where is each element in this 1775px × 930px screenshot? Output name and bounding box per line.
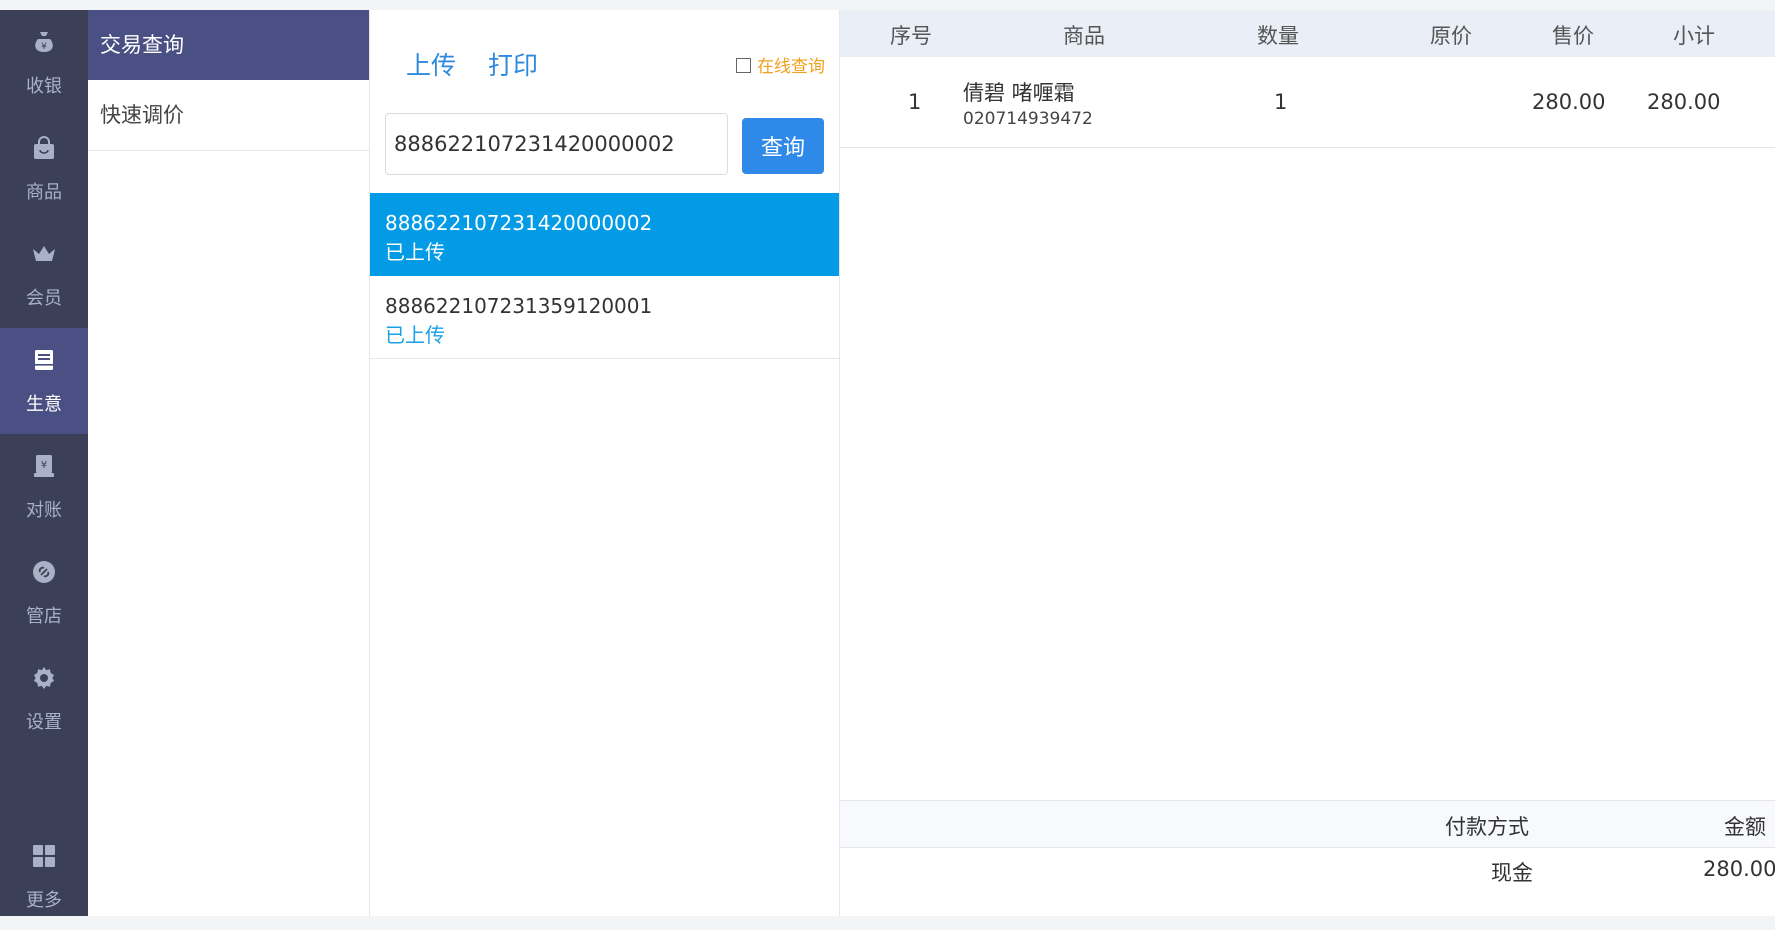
ledger-icon: ¥ — [30, 452, 58, 480]
search-button[interactable]: 查询 — [742, 118, 824, 174]
item-product-name: 倩碧 啫喱霜 — [963, 81, 1075, 105]
nav-item-reconcile[interactable]: ¥ 对账 — [0, 434, 88, 540]
detail-table-header: 序号 商品 数量 原价 售价 小计 — [840, 10, 1775, 57]
grid-icon — [30, 842, 58, 870]
transaction-list: 888622107231420000002 已上传 88862210723135… — [370, 193, 839, 359]
transaction-toolbar: 上传 打印 在线查询 — [370, 10, 839, 110]
upload-button[interactable]: 上传 — [406, 46, 456, 82]
column-subtotal: 小计 — [1673, 24, 1715, 48]
nav-item-cashier[interactable]: ¥ 收银 — [0, 10, 88, 116]
nav-label: 对账 — [26, 500, 62, 521]
payment-amount: 280.00 — [1703, 857, 1775, 881]
nav-item-more[interactable]: 更多 — [0, 824, 88, 930]
submenu-item-quick-price-adjust[interactable]: 快速调价 — [88, 80, 369, 151]
transaction-status: 已上传 — [385, 240, 445, 264]
column-payment-method: 付款方式 — [1445, 815, 1529, 839]
nav-item-business[interactable]: 生意 — [0, 328, 88, 434]
item-subtotal: 280.00 — [1647, 90, 1721, 114]
online-query-checkbox[interactable] — [736, 58, 751, 73]
nav-label: 收银 — [26, 76, 62, 97]
nav-item-settings[interactable]: 设置 — [0, 646, 88, 752]
shopping-bag-icon — [30, 134, 58, 162]
column-sale-price: 售价 — [1552, 24, 1594, 48]
nav-label: 会员 — [26, 288, 62, 309]
register-icon — [30, 346, 58, 374]
online-query-toggle[interactable]: 在线查询 — [736, 52, 825, 77]
nav-label: 更多 — [26, 890, 62, 911]
transaction-status: 已上传 — [385, 323, 445, 347]
transaction-number: 888622107231420000002 — [385, 211, 653, 235]
transaction-item[interactable]: 888622107231359120001 已上传 — [370, 276, 839, 359]
item-product-code: 020714939472 — [963, 109, 1093, 129]
column-product: 商品 — [1063, 24, 1105, 48]
gear-icon — [30, 664, 58, 692]
transaction-item[interactable]: 888622107231420000002 已上传 — [370, 193, 839, 276]
top-strip — [0, 0, 1775, 10]
column-quantity: 数量 — [1257, 24, 1299, 48]
item-quantity: 1 — [1274, 90, 1288, 114]
crown-icon — [30, 240, 58, 268]
transaction-detail-panel: 序号 商品 数量 原价 售价 小计 1 倩碧 啫喱霜 020714939472 … — [840, 10, 1775, 916]
transaction-list-panel: 上传 打印 在线查询 查询 888622107231420000002 已上传 … — [370, 10, 840, 916]
nav-item-store[interactable]: 管店 — [0, 540, 88, 646]
column-original-price: 原价 — [1430, 24, 1472, 48]
nav-label: 设置 — [26, 712, 62, 733]
transaction-search-input[interactable] — [385, 113, 728, 175]
nav-label: 商品 — [26, 182, 62, 203]
print-button[interactable]: 打印 — [488, 46, 538, 82]
business-submenu: 交易查询 快速调价 — [88, 10, 370, 916]
store-link-icon — [30, 558, 58, 586]
column-payment-amount: 金额 — [1724, 815, 1766, 839]
payment-row: 现金 280.00 — [840, 847, 1775, 916]
transaction-number: 888622107231359120001 — [385, 294, 653, 318]
item-sale-price: 280.00 — [1532, 90, 1606, 114]
svg-text:¥: ¥ — [41, 460, 47, 471]
nav-item-products[interactable]: 商品 — [0, 116, 88, 222]
submenu-item-transaction-query[interactable]: 交易查询 — [88, 10, 369, 80]
svg-text:¥: ¥ — [41, 42, 47, 52]
table-row[interactable]: 1 倩碧 啫喱霜 020714939472 1 280.00 280.00 — [840, 57, 1775, 148]
online-query-label: 在线查询 — [757, 57, 825, 77]
item-index: 1 — [908, 90, 922, 114]
payment-table-header: 付款方式 金额 — [840, 800, 1775, 848]
nav-label: 管店 — [26, 606, 62, 627]
payment-method: 现金 — [1491, 861, 1533, 885]
column-index: 序号 — [890, 24, 932, 48]
nav-item-members[interactable]: 会员 — [0, 222, 88, 328]
main-nav-rail: ¥ 收银 商品 会员 生意 ¥ 对账 管店 设置 更多 — [0, 10, 88, 916]
money-bag-icon: ¥ — [30, 28, 58, 56]
nav-label: 生意 — [26, 394, 62, 415]
